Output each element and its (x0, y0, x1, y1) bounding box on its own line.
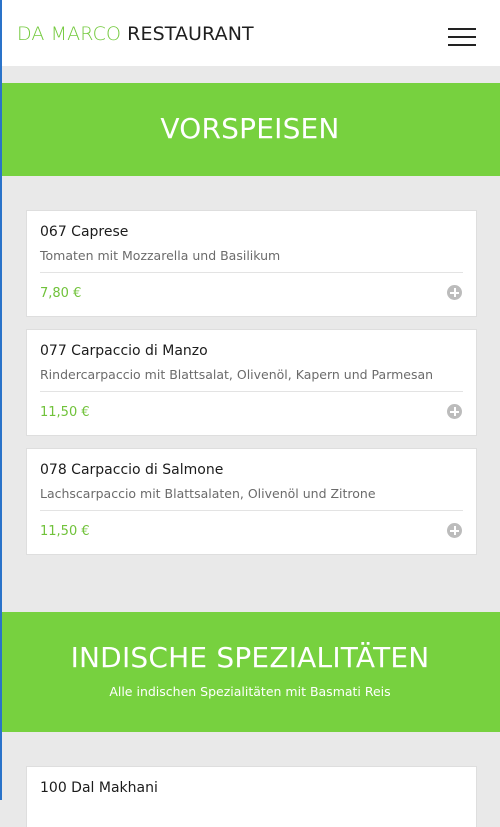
menu-item-card[interactable]: 067 Caprese Tomaten mit Mozzarella und B… (27, 211, 476, 316)
menu-item-card[interactable]: 100 Dal Makhani (27, 767, 476, 827)
card-divider (40, 391, 463, 392)
dish-name: 100 Dal Makhani (40, 780, 158, 796)
site-header: DA MARCO RESTAURANT (0, 0, 500, 66)
brand-logo[interactable]: DA MARCO RESTAURANT (17, 23, 254, 45)
menu-line (448, 44, 476, 46)
dish-name: 067 Caprese (40, 224, 129, 240)
plus-circle-icon[interactable] (447, 285, 462, 300)
menu-item-card[interactable]: 077 Carpaccio di Manzo Rindercarpaccio m… (27, 330, 476, 435)
card-divider (40, 510, 463, 511)
brand-name-first: DA MARCO (17, 23, 122, 45)
section-title: VORSPEISEN (160, 112, 340, 145)
menu-line (448, 28, 476, 30)
dish-price: 7,80 € (40, 286, 82, 301)
dish-description: Lachscarpaccio mit Blattsalaten, Olivenö… (40, 486, 376, 501)
dish-description: Tomaten mit Mozzarella und Basilikum (40, 248, 281, 263)
section-banner-indische-spezialitaeten: INDISCHE SPEZIALITÄTEN Alle indischen Sp… (0, 612, 500, 732)
dish-price: 11,50 € (40, 524, 90, 539)
section-banner-vorspeisen: VORSPEISEN (0, 83, 500, 176)
section-subtitle: Alle indischen Spezialitäten mit Basmati… (109, 684, 391, 699)
dish-description: Rindercarpaccio mit Blattsalat, Olivenöl… (40, 367, 434, 382)
plus-circle-icon[interactable] (447, 523, 462, 538)
menu-item-card[interactable]: 078 Carpaccio di Salmone Lachscarpaccio … (27, 449, 476, 554)
dish-name: 077 Carpaccio di Manzo (40, 343, 208, 359)
dish-name: 078 Carpaccio di Salmone (40, 462, 224, 478)
brand-name-second: RESTAURANT (127, 23, 254, 45)
window-edge (0, 0, 2, 800)
hamburger-menu-icon[interactable] (448, 24, 478, 48)
dish-price: 11,50 € (40, 405, 90, 420)
card-divider (40, 272, 463, 273)
plus-circle-icon[interactable] (447, 404, 462, 419)
section-title: INDISCHE SPEZIALITÄTEN (70, 641, 430, 674)
menu-line (448, 36, 476, 38)
